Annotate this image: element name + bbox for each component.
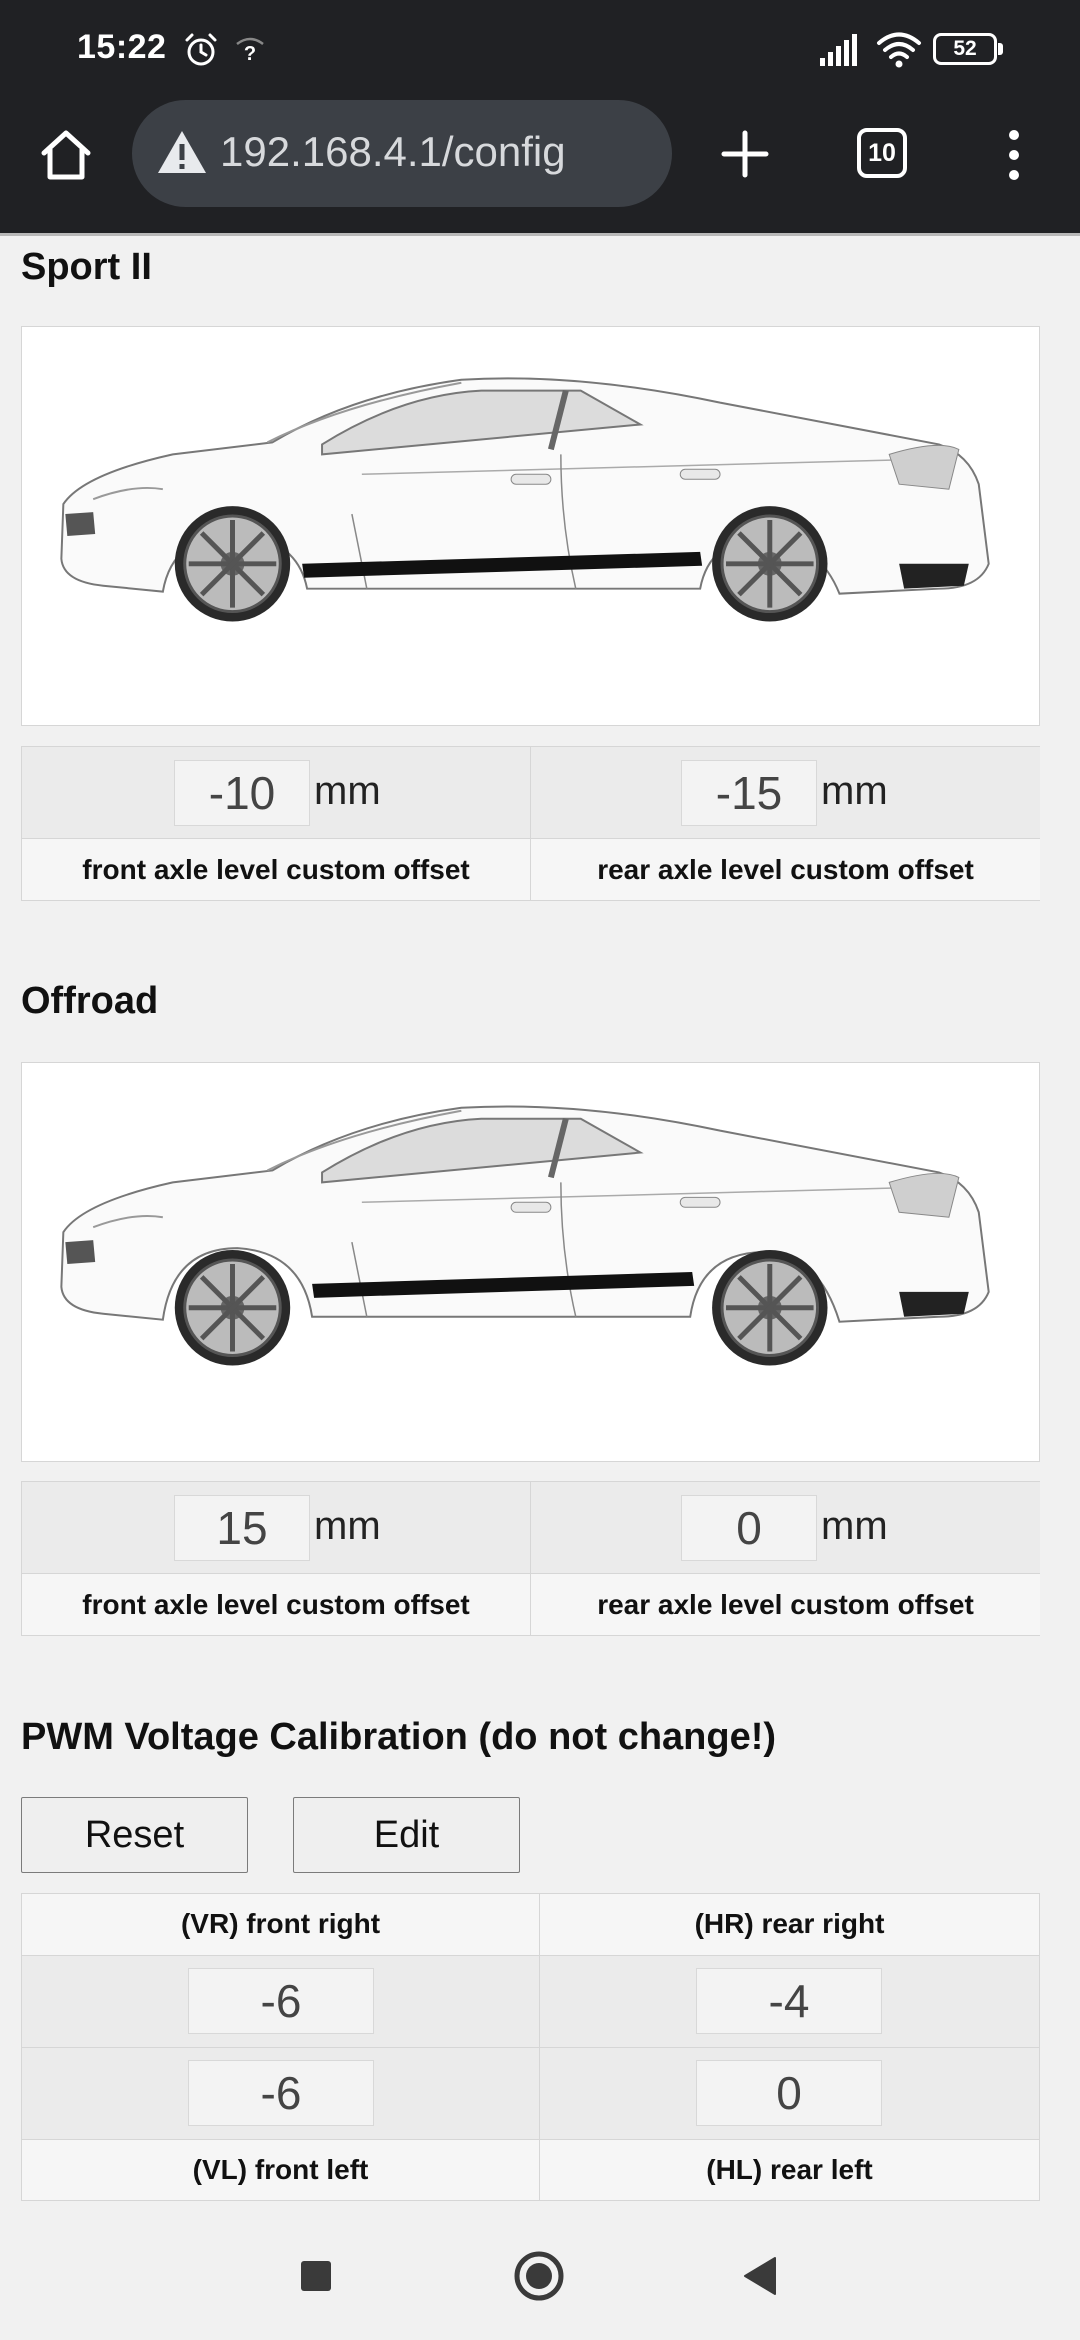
footer-hl: (HL) rear left — [706, 2154, 873, 2185]
status-time: 15:22 — [77, 28, 167, 66]
section-title-offroad: Offroad — [21, 980, 159, 1022]
reset-button[interactable]: Reset — [21, 1797, 248, 1873]
unit-label: mm — [821, 769, 888, 813]
menu-icon[interactable] — [1000, 127, 1028, 183]
front-offset-label: front axle level custom offset — [22, 1574, 530, 1635]
hl-cell: 0 — [540, 2048, 1039, 2139]
front-offset-cell: 15 mm front axle level custom offset — [22, 1482, 531, 1635]
signal-icon — [820, 34, 857, 66]
vl-input[interactable]: -6 — [188, 2060, 374, 2126]
url-text[interactable]: 192.168.4.1/config — [220, 128, 566, 176]
battery-icon: 52 — [933, 33, 1003, 65]
no-sim-wifi-icon: ? — [236, 37, 264, 64]
front-offset-label: front axle level custom offset — [22, 839, 530, 900]
home-icon[interactable] — [38, 127, 94, 183]
alarm-icon — [185, 33, 217, 66]
offset-table-offroad: 15 mm front axle level custom offset 0 m… — [21, 1481, 1040, 1636]
header-vr: (VR) front right — [22, 1894, 540, 1955]
unit-label: mm — [821, 1504, 888, 1548]
table-row: (VR) front right (HR) rear right — [22, 1894, 1039, 1956]
car-illustration — [60, 1105, 990, 1366]
tab-switcher-icon[interactable]: 10 — [857, 128, 907, 178]
url-bar[interactable]: 192.168.4.1/config — [132, 100, 672, 207]
footer-vl: (VL) front left — [22, 2140, 540, 2200]
section-title-pwm: PWM Voltage Calibration (do not change!) — [21, 1716, 777, 1758]
table-row: -6 -4 — [22, 1956, 1039, 2048]
warning-icon[interactable] — [156, 128, 208, 176]
new-tab-icon[interactable] — [718, 127, 772, 181]
recents-icon[interactable] — [301, 2261, 331, 2291]
front-offset-input[interactable]: -10 — [174, 760, 310, 826]
vr-cell: -6 — [22, 1956, 540, 2047]
vl-cell: -6 — [22, 2048, 540, 2139]
status-bar: 15:22 ? 52 — [0, 0, 1080, 97]
rear-offset-cell: 0 mm rear axle level custom offset — [531, 1482, 1040, 1635]
vr-input[interactable]: -6 — [188, 1968, 374, 2034]
back-icon[interactable] — [741, 2256, 777, 2296]
rear-offset-cell: -15 mm rear axle level custom offset — [531, 747, 1040, 900]
rear-offset-input[interactable]: 0 — [681, 1495, 817, 1561]
rear-offset-input[interactable]: -15 — [681, 760, 817, 826]
system-nav-bar — [0, 2212, 1080, 2340]
table-row: -6 0 — [22, 2048, 1039, 2140]
front-offset-cell: -10 mm front axle level custom offset — [22, 747, 531, 900]
pwm-table: (VR) front right (HR) rear right -6 -4 -… — [21, 1893, 1040, 2201]
car-illustration — [60, 377, 990, 622]
battery-level: 52 — [953, 37, 977, 60]
header-hr: (HR) rear right — [694, 1908, 885, 1939]
wifi-icon — [877, 32, 921, 68]
front-offset-input[interactable]: 15 — [174, 1495, 310, 1561]
edit-button[interactable]: Edit — [293, 1797, 520, 1873]
browser-toolbar: 192.168.4.1/config 10 — [0, 97, 1080, 233]
unit-label: mm — [314, 1504, 381, 1548]
toolbar-divider — [0, 233, 1080, 236]
car-image-offroad — [21, 1062, 1040, 1462]
tab-count: 10 — [868, 139, 896, 167]
offset-table-sport-ii: -10 mm front axle level custom offset -1… — [21, 746, 1040, 901]
hl-input[interactable]: 0 — [696, 2060, 882, 2126]
car-image-sport-ii — [21, 326, 1040, 726]
hr-cell: -4 — [540, 1956, 1039, 2047]
svg-text:?: ? — [244, 43, 256, 64]
rear-offset-label: rear axle level custom offset — [531, 1574, 1040, 1635]
home-circle-icon[interactable] — [513, 2250, 565, 2302]
table-row: (VL) front left (HL) rear left — [22, 2140, 1039, 2200]
rear-offset-label: rear axle level custom offset — [531, 839, 1040, 900]
hr-input[interactable]: -4 — [696, 1968, 882, 2034]
unit-label: mm — [314, 769, 381, 813]
section-title-sport-ii: Sport II — [21, 246, 152, 288]
